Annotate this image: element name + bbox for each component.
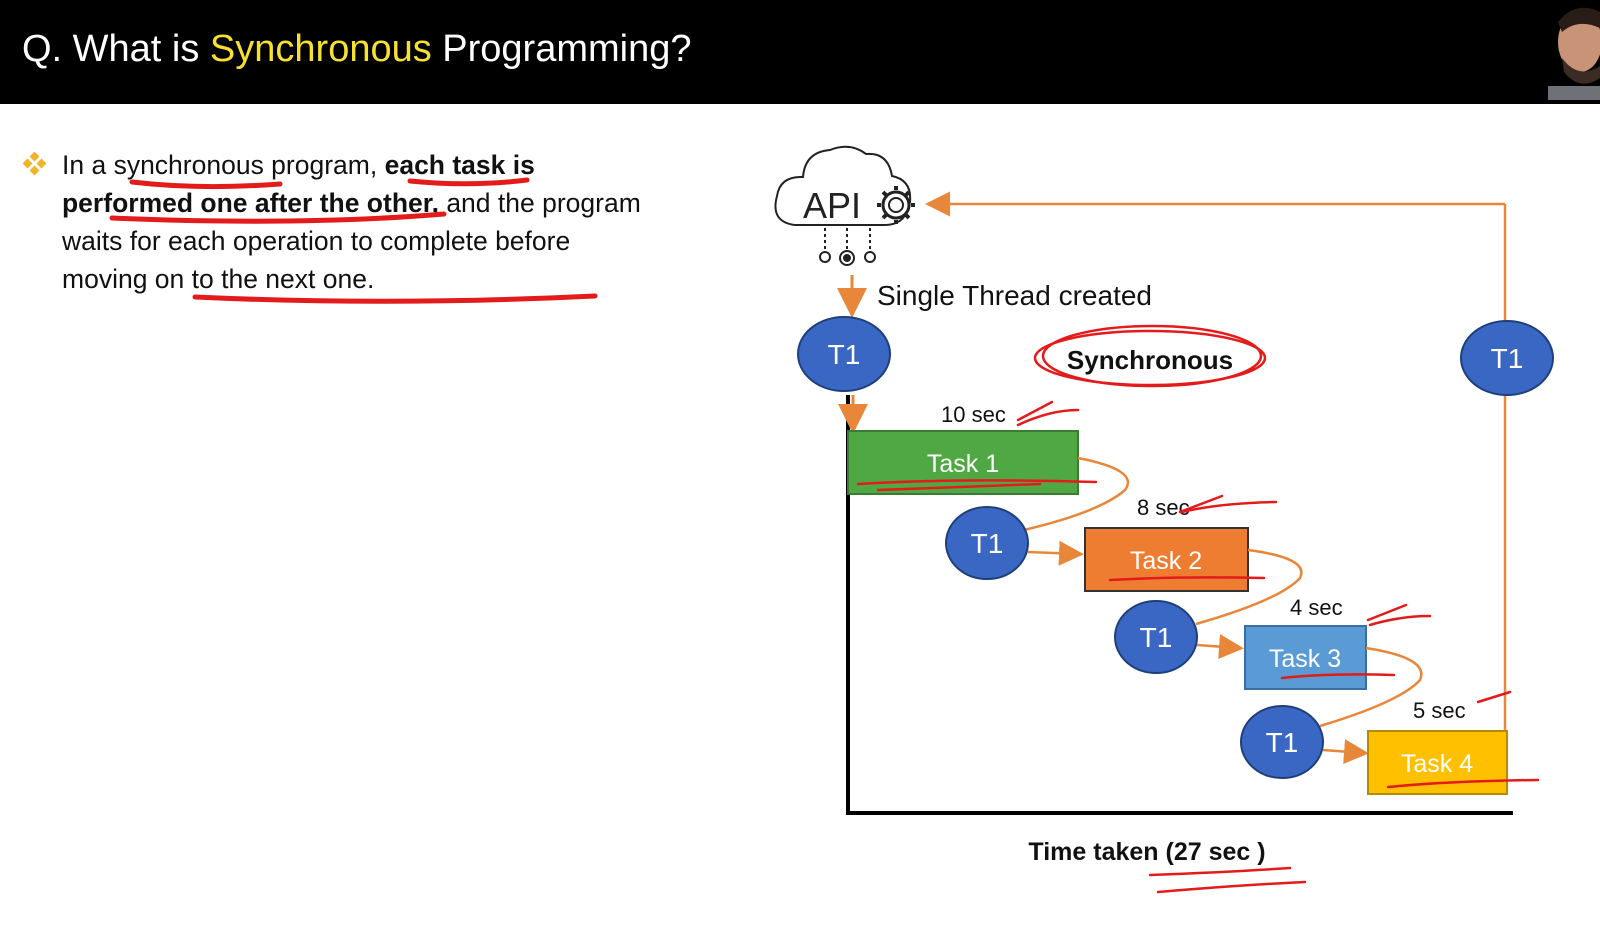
thread2-to-task2-arrow	[1027, 540, 1084, 566]
time-taken-label: Time taken (27 sec )	[1028, 838, 1265, 866]
task-4: 5 sec Task 4	[1367, 698, 1508, 795]
task-2-duration: 8 sec	[1137, 495, 1190, 520]
thread-top-left: T1	[797, 316, 891, 392]
thread-label: T1	[1491, 343, 1524, 374]
thread-3: T1	[1114, 600, 1198, 674]
task-4-duration: 5 sec	[1413, 698, 1466, 723]
thread-label: T1	[1140, 622, 1173, 653]
task-1-label: Task 1	[927, 450, 999, 478]
task-4-label: Task 4	[1401, 750, 1473, 778]
thread-top-right: T1	[1460, 320, 1554, 396]
thread4-to-task4-arrow	[1322, 739, 1369, 765]
task-3-duration: 4 sec	[1290, 595, 1343, 620]
synchronous-diagram: API Single Thread created Synchronous T1…	[109, 145, 1554, 894]
task-3-label: Task 3	[1269, 645, 1341, 673]
synchronous-label: Synchronous	[1067, 345, 1233, 375]
text-underlines	[109, 177, 598, 304]
thread-4: T1	[1240, 705, 1324, 779]
thread-label: T1	[1266, 727, 1299, 758]
thread-label: T1	[828, 339, 861, 370]
task-1-duration: 10 sec	[941, 402, 1006, 427]
thread3-to-task3-arrow	[1196, 634, 1244, 660]
api-label: API	[803, 185, 861, 226]
thread-label: T1	[971, 528, 1004, 559]
thread-caption: Single Thread created	[877, 280, 1152, 311]
thread-2: T1	[945, 506, 1029, 580]
task-2-label: Task 2	[1130, 547, 1202, 575]
